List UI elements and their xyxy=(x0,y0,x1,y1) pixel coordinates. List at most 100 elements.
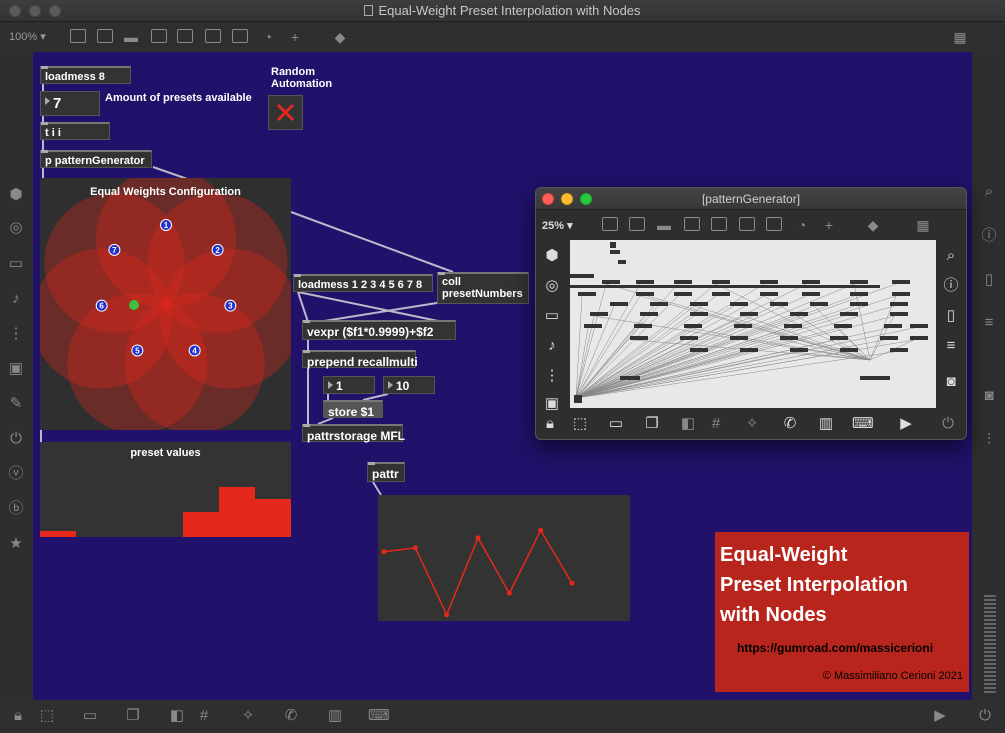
node-circle-7[interactable] xyxy=(44,192,185,333)
sub-object[interactable] xyxy=(830,336,848,340)
sub-object[interactable] xyxy=(712,280,730,284)
sub-image-icon[interactable]: ▣ xyxy=(542,394,562,414)
sub-grid-icon[interactable]: ▦ xyxy=(913,215,933,235)
promo-url-link[interactable]: https://gumroad.com/massicerioni xyxy=(737,641,933,655)
sub-object[interactable] xyxy=(880,336,898,340)
info-icon[interactable]: ⓘ xyxy=(979,226,999,246)
preset-value-bar[interactable] xyxy=(183,512,220,537)
sub-object[interactable] xyxy=(590,312,608,316)
sub-object[interactable] xyxy=(790,312,808,316)
sub-object[interactable] xyxy=(674,292,692,296)
sub-list-icon[interactable]: ≡ xyxy=(941,336,961,356)
sub-object[interactable] xyxy=(618,260,626,264)
package-icon[interactable]: ⬢ xyxy=(6,185,26,205)
sub-object[interactable] xyxy=(636,292,654,296)
sub-object[interactable] xyxy=(690,302,708,306)
play-icon[interactable]: ▶ xyxy=(930,706,950,726)
sub-object[interactable] xyxy=(802,280,820,284)
sub-dial-icon[interactable]: ◔ xyxy=(792,215,812,235)
sub-object[interactable] xyxy=(890,348,908,352)
trigger-object[interactable]: t i i xyxy=(40,122,110,140)
toggle-object-icon[interactable] xyxy=(177,29,193,43)
nodes-circles[interactable]: 1 2 3 4 5 6 7 xyxy=(40,178,291,430)
image-icon[interactable]: ▣ xyxy=(6,359,26,379)
sub-book-icon[interactable]: ▯ xyxy=(941,306,961,326)
plug-icon[interactable]: ⏻ xyxy=(6,429,26,449)
sub-object[interactable] xyxy=(784,324,802,328)
sub-add-icon[interactable]: + xyxy=(819,215,839,235)
sub-object[interactable] xyxy=(740,348,758,352)
sub-object[interactable] xyxy=(890,312,908,316)
audio-icon[interactable]: ◎ xyxy=(6,218,26,238)
subwindow-zoom-dropdown[interactable]: 25% ▾ xyxy=(542,219,573,232)
sub-object[interactable] xyxy=(892,280,910,284)
sub-object[interactable] xyxy=(680,336,698,340)
sub-object[interactable] xyxy=(884,324,902,328)
sub-search-icon[interactable]: ⌕ xyxy=(941,246,961,266)
pattern-generator-object[interactable]: p patternGenerator xyxy=(40,150,152,168)
grid-icon[interactable]: ▦ xyxy=(950,27,970,47)
sub-object[interactable] xyxy=(740,312,758,316)
sub-play-icon[interactable]: ▶ xyxy=(896,414,916,434)
preset-value-bar[interactable] xyxy=(255,499,291,537)
sub-object[interactable] xyxy=(760,280,778,284)
slider-object-icon[interactable] xyxy=(232,29,248,43)
sub-keyboard-icon[interactable]: ⌨ xyxy=(852,414,874,434)
sub-object[interactable] xyxy=(684,324,702,328)
sub-object[interactable] xyxy=(850,302,868,306)
sub-object[interactable] xyxy=(910,324,928,328)
sub-object[interactable] xyxy=(602,280,620,284)
sub-object[interactable] xyxy=(790,348,808,352)
loadmess-8-object[interactable]: loadmess 8 xyxy=(40,66,131,84)
sub-object[interactable] xyxy=(834,324,852,328)
grid-snap-icon[interactable]: # xyxy=(194,706,214,726)
sub-comment-icon[interactable]: ▬ xyxy=(654,215,674,235)
debug-icon[interactable]: ✧ xyxy=(238,706,258,726)
sub-object[interactable] xyxy=(634,324,652,328)
list-icon[interactable]: ≡ xyxy=(979,313,999,333)
sub-object[interactable] xyxy=(780,336,798,340)
sub-windows-icon[interactable]: ❐ xyxy=(642,414,662,434)
coll-object[interactable]: coll presetNumbers xyxy=(437,272,529,304)
new-message-icon[interactable] xyxy=(97,29,113,43)
sub-object[interactable] xyxy=(850,280,868,284)
sub-power-icon[interactable]: ⏻ xyxy=(938,414,958,434)
store-message[interactable]: store $1 xyxy=(323,400,383,419)
pattern-plot[interactable] xyxy=(378,495,630,621)
sub-paint-icon[interactable]: ◆ xyxy=(863,215,883,235)
sub-audio-off-icon[interactable]: ◧ xyxy=(678,414,698,434)
sub-info-icon[interactable]: ⓘ xyxy=(941,276,961,296)
sub-video-icon[interactable]: ▭ xyxy=(542,306,562,326)
sub-debug-icon[interactable]: ✧ xyxy=(742,414,762,434)
sub-object[interactable] xyxy=(810,302,828,306)
sub-grid-snap-icon[interactable]: # xyxy=(706,414,726,434)
pattrstorage-object[interactable]: pattrstorage MFL xyxy=(302,424,405,443)
sub-object[interactable] xyxy=(578,292,596,296)
b-icon[interactable]: ⓑ xyxy=(6,499,26,519)
sub-button-icon[interactable] xyxy=(684,217,700,231)
count-numbox[interactable]: 10 xyxy=(383,376,435,394)
lock-icon[interactable]: 🔒︎ xyxy=(8,706,28,726)
loadmess-list-object[interactable]: loadmess 1 2 3 4 5 6 7 8 xyxy=(293,274,433,292)
subpatch-canvas[interactable] xyxy=(570,240,936,408)
sub-object[interactable] xyxy=(636,280,654,284)
audio-off-icon[interactable]: ◧ xyxy=(167,706,187,726)
sub-object[interactable] xyxy=(620,376,640,380)
sub-object[interactable] xyxy=(734,324,752,328)
sequencer-icon[interactable]: ⋮ xyxy=(6,324,26,344)
sub-sequencer-icon[interactable]: ⋮ xyxy=(542,366,562,386)
random-automation-toggle[interactable] xyxy=(268,95,303,130)
sub-object[interactable] xyxy=(610,250,620,254)
sub-object[interactable] xyxy=(760,292,778,296)
sub-camera-icon[interactable]: ◙ xyxy=(941,372,961,392)
sub-object[interactable] xyxy=(840,312,858,316)
sub-object[interactable] xyxy=(802,292,820,296)
zoom-level-dropdown[interactable]: 100% ▾ xyxy=(9,30,46,43)
preset-count-numbox[interactable]: 7 xyxy=(40,91,100,116)
sub-new-object-icon[interactable] xyxy=(602,217,618,231)
sub-presentation-icon[interactable]: ▭ xyxy=(606,414,626,434)
sub-object[interactable] xyxy=(630,336,648,340)
piano-icon[interactable]: ▥ xyxy=(325,706,345,726)
book-icon[interactable]: ▯ xyxy=(979,270,999,290)
sub-button-object[interactable] xyxy=(610,242,616,248)
